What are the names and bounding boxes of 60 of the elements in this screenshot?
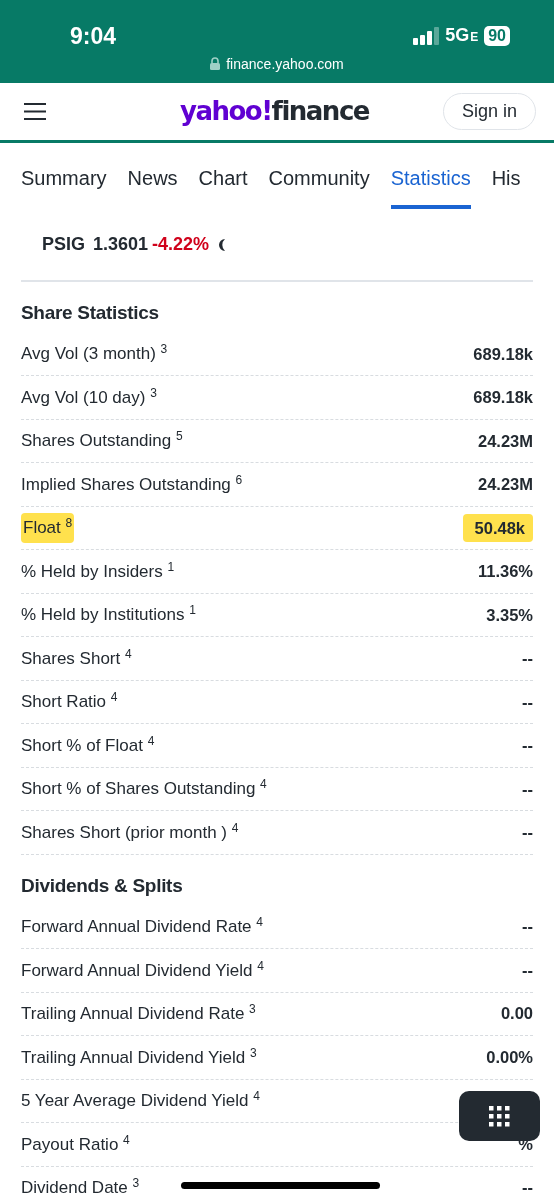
price: 1.3601 [93,233,149,256]
tab[interactable]: His [491,143,521,209]
stat-label: Short % of Float $^{4}$ [21,732,155,757]
stat-label: Forward Annual Dividend Rate $^{4}$ [21,914,263,939]
stat-value: -- [522,691,533,713]
stat-label: Trailing Annual Dividend Yield $^{3}$ [21,1044,257,1069]
stat-value: 0.00% [486,1046,533,1068]
stat-value: -- [522,959,533,981]
stat-value: -- [522,822,533,844]
stat-value: 24.23M [477,430,533,452]
stat-label: Short % of Shares Outstanding $^{4}$ [21,776,267,801]
price-change: -4.22% [152,233,210,256]
logo[interactable]: yahoo!finance [180,92,369,131]
tab[interactable]: Summary [21,143,107,209]
signal-icon [413,26,440,45]
stat-value: -- [522,778,533,800]
network-label: E [470,29,479,46]
tab[interactable]: Statistics [390,143,471,209]
stat-value: 689.18k [473,343,533,365]
ticker-symbol: PSIG [42,233,85,256]
stat-value: 689.18k [473,387,533,409]
tab[interactable]: News [127,143,178,209]
stat-label: Payout Ratio $^{4}$ [21,1131,130,1156]
stat-value: -- [522,648,533,670]
grid-icon [489,1105,510,1127]
menu-icon[interactable] [24,103,46,120]
stat-label: Forward Annual Dividend Yield $^{4}$ [21,957,264,982]
stat-label: Shares Short (prior month ) $^{4}$ [21,819,239,844]
stat-label: Shares Outstanding $^{5}$ [21,428,183,453]
stat-label: Avg Vol (10 day) $^{3}$ [21,384,157,409]
stat-label: Shares Short $^{4}$ [21,645,132,670]
stat-label: Trailing Annual Dividend Rate $^{3}$ [21,1001,256,1026]
stat-value: -- [522,735,533,757]
tab[interactable]: Chart [198,143,248,209]
stat-value: -- [522,1177,533,1199]
stat-label: Short Ratio $^{4}$ [21,689,118,714]
url-text[interactable]: finance.yahoo.com [226,56,344,72]
section-title: Dividends & Splits [20,873,184,898]
stat-label: 5 Year Average Dividend Yield $^{4}$ [21,1088,260,1113]
section-title: Share Statistics [20,301,160,325]
stat-value: 0.00 [500,1003,533,1025]
stat-value: 11.36% [477,561,533,583]
status-time: 9:04 [70,22,117,51]
stat-label: % Held by Institutions $^{1}$ [21,602,196,627]
stat-label: Avg Vol (3 month) $^{3}$ [21,341,168,366]
stat-label: Float $^{8}$ [21,513,75,543]
network-label: 5G [445,24,470,47]
stat-value: 50.48k [462,513,533,543]
stat-label: Dividend Date $^{3}$ [21,1175,140,1200]
tab[interactable]: Community [268,143,370,209]
moon-icon [217,237,227,252]
battery-indicator: 90 [484,25,510,46]
stat-label: Implied Shares Outstanding $^{6}$ [21,471,243,496]
sign-in-button[interactable]: Sign in [442,93,536,130]
stat-value: -- [522,916,533,938]
stat-label: % Held by Insiders $^{1}$ [21,558,175,583]
grid-menu-button[interactable] [459,1091,540,1141]
stat-value: 24.23M [477,474,533,496]
stat-value: 3.35% [486,604,533,626]
lock-icon [210,57,221,70]
